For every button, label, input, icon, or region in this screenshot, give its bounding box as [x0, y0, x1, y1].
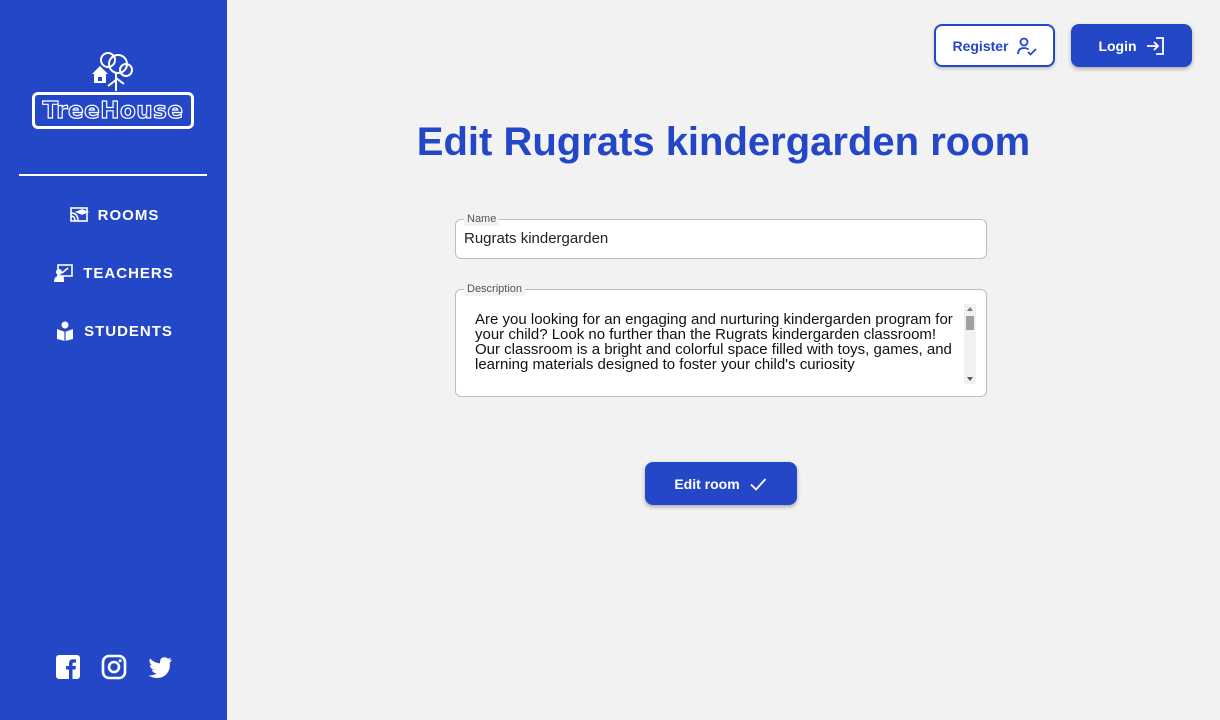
- rooms-icon: [69, 207, 89, 222]
- sidebar-item-label: STUDENTS: [84, 322, 173, 340]
- login-button[interactable]: Login: [1071, 24, 1192, 67]
- sidebar-divider: [19, 174, 207, 176]
- description-scrollbar[interactable]: [964, 304, 976, 384]
- tree-house-icon: [92, 52, 133, 91]
- edit-room-button[interactable]: Edit room: [645, 462, 797, 505]
- register-button[interactable]: Register: [934, 24, 1055, 67]
- login-button-label: Login: [1098, 37, 1137, 54]
- students-icon: [57, 321, 74, 341]
- sidebar-item-students[interactable]: STUDENTS: [0, 316, 227, 346]
- name-field[interactable]: Name: [455, 212, 987, 259]
- treehouse-logo[interactable]: TreeHouse: [32, 50, 194, 130]
- social-links: [55, 654, 173, 680]
- register-button-label: Register: [952, 37, 1009, 54]
- teachers-icon: [54, 264, 74, 282]
- sidebar: TreeHouse ROOMS TEACHERS STUDENTS: [0, 0, 227, 720]
- login-icon: [1146, 36, 1164, 55]
- description-textarea[interactable]: Are you looking for an engaging and nurt…: [475, 312, 955, 386]
- sidebar-item-label: ROOMS: [97, 206, 160, 224]
- scroll-up-arrow-icon[interactable]: [967, 307, 973, 311]
- sidebar-item-rooms[interactable]: ROOMS: [0, 200, 227, 230]
- description-field-label: Description: [464, 282, 526, 296]
- edit-room-button-label: Edit room: [674, 475, 740, 492]
- check-icon: [750, 477, 766, 491]
- sidebar-item-teachers[interactable]: TEACHERS: [0, 258, 227, 288]
- logo-box: TreeHouse: [32, 92, 194, 129]
- logo-text: TreeHouse: [42, 97, 184, 124]
- scroll-thumb[interactable]: [966, 316, 974, 330]
- name-field-label: Name: [464, 212, 500, 226]
- name-input[interactable]: [464, 230, 974, 247]
- description-field[interactable]: Description Are you looking for an engag…: [455, 282, 987, 397]
- scroll-down-arrow-icon[interactable]: [967, 377, 973, 381]
- sidebar-item-label: TEACHERS: [83, 264, 174, 282]
- page-title: Edit Rugrats kindergarden room: [416, 120, 1031, 164]
- facebook-icon[interactable]: [55, 654, 81, 680]
- user-check-icon: [1016, 37, 1037, 56]
- instagram-icon[interactable]: [101, 654, 127, 680]
- twitter-icon[interactable]: [147, 654, 173, 680]
